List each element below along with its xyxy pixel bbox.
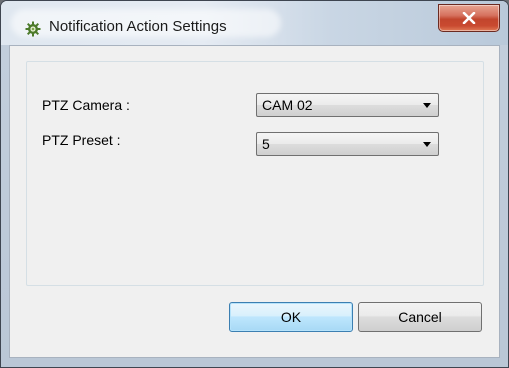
dialog-window: Notification Action Settings PTZ Camera … xyxy=(0,0,509,368)
ptz-camera-select[interactable]: CAM 02 xyxy=(256,93,439,117)
dialog-body: PTZ Camera : CAM 02 PTZ Preset : 5 OK Ca… xyxy=(9,45,500,358)
chevron-down-icon xyxy=(423,142,431,147)
ok-button[interactable]: OK xyxy=(229,302,353,332)
ptz-camera-label: PTZ Camera : xyxy=(42,97,130,113)
ptz-preset-select[interactable]: 5 xyxy=(256,132,439,156)
chevron-down-icon xyxy=(423,103,431,108)
close-button[interactable] xyxy=(438,4,500,32)
ptz-preset-value: 5 xyxy=(262,136,270,152)
close-icon xyxy=(462,12,476,24)
ptz-camera-value: CAM 02 xyxy=(262,97,313,113)
cancel-button[interactable]: Cancel xyxy=(358,302,482,332)
gear-icon xyxy=(25,21,41,37)
window-title: Notification Action Settings xyxy=(49,18,227,35)
ptz-preset-label: PTZ Preset : xyxy=(42,132,121,148)
settings-group: PTZ Camera : CAM 02 PTZ Preset : 5 xyxy=(26,61,484,286)
title-bar[interactable]: Notification Action Settings xyxy=(1,1,508,45)
